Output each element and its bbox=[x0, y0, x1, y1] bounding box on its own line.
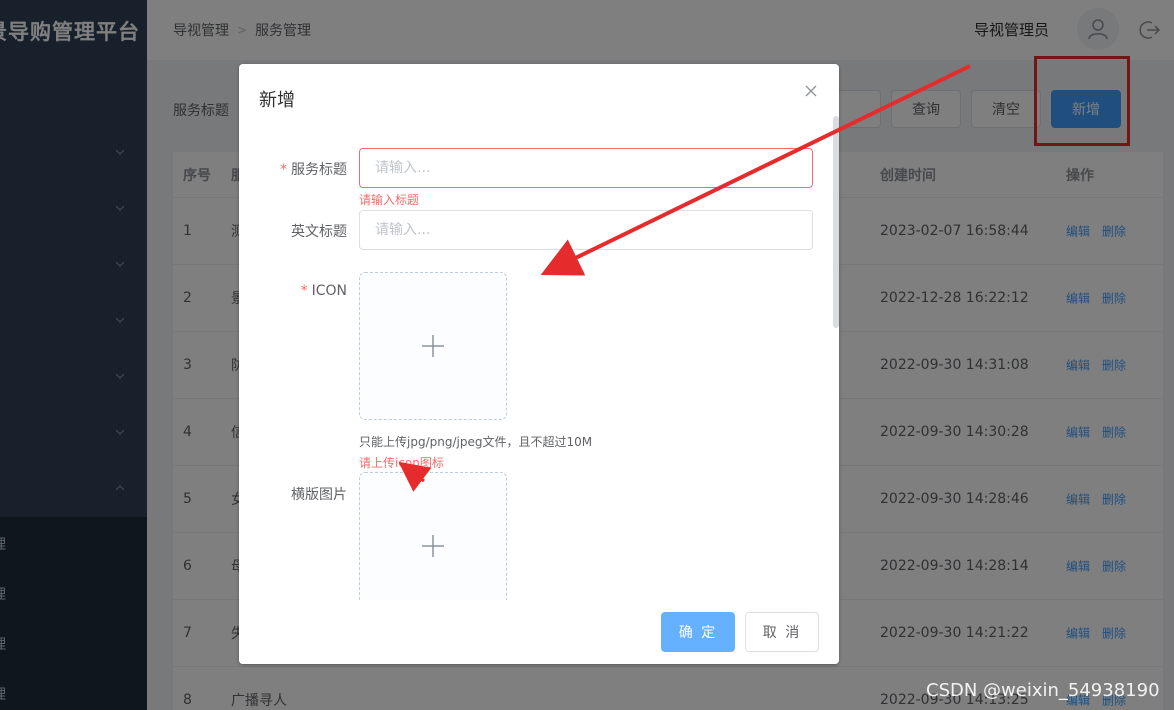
confirm-button[interactable]: 确 定 bbox=[661, 612, 735, 652]
plus-icon bbox=[422, 535, 444, 557]
icon-error: 请上传icon图标 bbox=[359, 456, 444, 470]
service-title-label: * 服务标题 bbox=[280, 162, 347, 178]
icon-upload[interactable] bbox=[359, 272, 507, 420]
plus-icon bbox=[422, 335, 444, 357]
icon-label: * ICON bbox=[300, 283, 347, 299]
banner-label: 横版图片 bbox=[291, 487, 347, 503]
english-title-input[interactable]: 请输入... bbox=[359, 210, 813, 250]
dialog-title: 新增 bbox=[259, 90, 295, 111]
icon-upload-tip: 只能上传jpg/png/jpeg文件，且不超过10M bbox=[359, 435, 593, 449]
dialog-scrollbar[interactable] bbox=[833, 116, 839, 328]
watermark: CSDN @weixin_54938190 bbox=[926, 680, 1160, 701]
english-title-label: 英文标题 bbox=[291, 224, 347, 240]
cancel-button[interactable]: 取 消 bbox=[745, 612, 819, 652]
service-title-error: 请输入标题 bbox=[359, 193, 420, 207]
add-dialog: 新增 * 服务标题 请输入... 请输入标题 英文标题 请输入... * ICON … bbox=[239, 64, 839, 664]
service-title-input[interactable]: 请输入... bbox=[359, 148, 813, 188]
banner-upload[interactable] bbox=[359, 472, 507, 620]
close-icon[interactable] bbox=[804, 84, 818, 98]
